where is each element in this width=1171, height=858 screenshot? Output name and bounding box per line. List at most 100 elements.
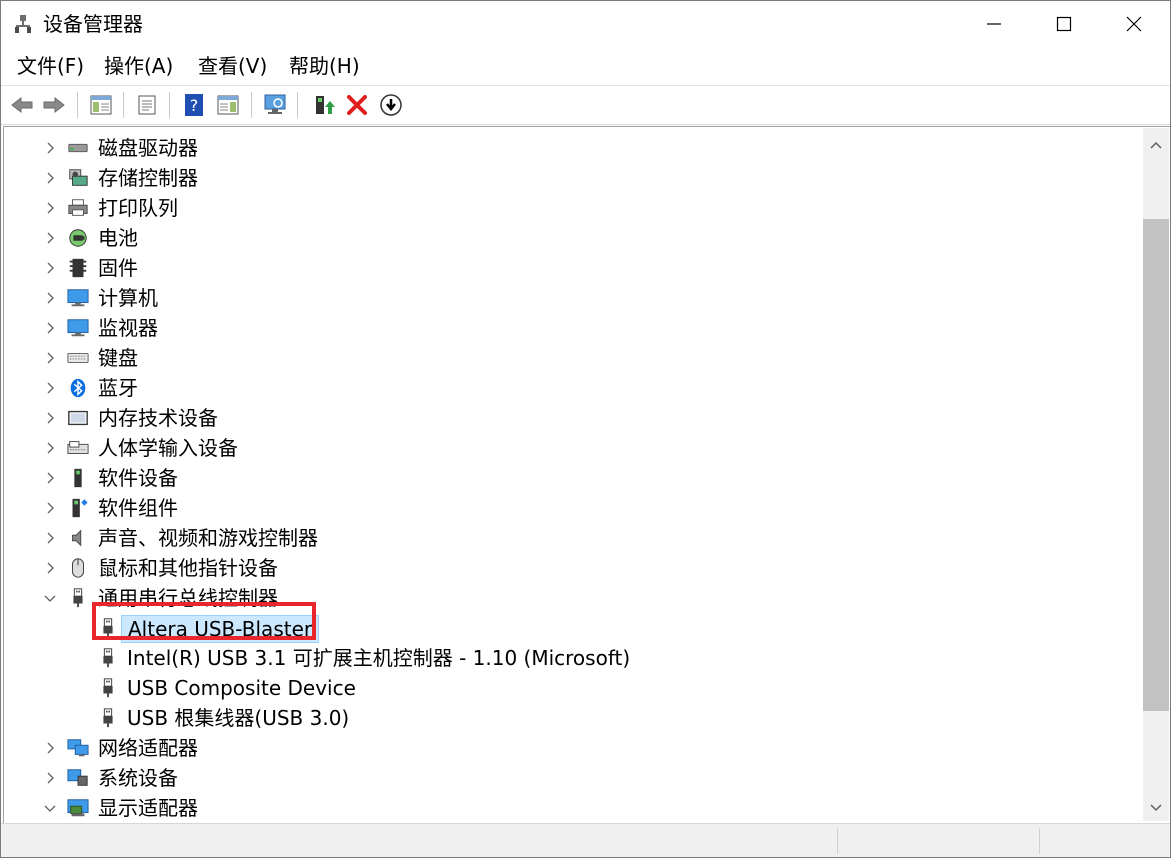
toolbar-separator bbox=[169, 92, 170, 118]
forward-icon bbox=[43, 96, 65, 114]
chevron-right-icon[interactable] bbox=[44, 772, 56, 784]
chevron-right-icon[interactable] bbox=[44, 472, 56, 484]
status-segment bbox=[837, 828, 1038, 854]
chevron-down-icon[interactable] bbox=[44, 592, 56, 604]
scroll-up-button[interactable] bbox=[1143, 132, 1169, 158]
scrollbar-thumb[interactable] bbox=[1143, 219, 1169, 711]
category-item[interactable]: 显示适配器 bbox=[4, 793, 1143, 821]
chevron-right-icon[interactable] bbox=[44, 142, 56, 154]
device-item[interactable]: USB Composite Device bbox=[4, 673, 1143, 703]
device-item[interactable]: Intel(R) USB 3.1 可扩展主机控制器 - 1.10 (Micros… bbox=[4, 643, 1143, 673]
memory-device-icon bbox=[68, 410, 88, 426]
show-hide-console-tree-icon bbox=[90, 95, 112, 115]
toolbar-separator bbox=[123, 92, 124, 118]
hid-icon bbox=[67, 441, 89, 454]
chevron-right-icon[interactable] bbox=[44, 352, 56, 364]
keyboard-icon bbox=[67, 352, 89, 364]
display-adapter-icon bbox=[67, 799, 89, 817]
back-button[interactable] bbox=[9, 92, 35, 118]
minimize-button[interactable] bbox=[959, 1, 1029, 47]
chevron-right-icon[interactable] bbox=[44, 562, 56, 574]
chevron-right-icon[interactable] bbox=[44, 442, 56, 454]
device-label: Intel(R) USB 3.1 可扩展主机控制器 - 1.10 (Micros… bbox=[127, 646, 631, 670]
device-tree[interactable]: 磁盘驱动器存储控制器 打印队列 电池固件计算机 监视器 键盘蓝牙内存技术设备人体学输入设… bbox=[4, 128, 1143, 821]
chevron-right-icon[interactable] bbox=[44, 742, 56, 754]
category-label: 网络适配器 bbox=[98, 736, 198, 760]
menu-help[interactable]: 帮助(H) bbox=[287, 53, 362, 79]
usb-icon bbox=[103, 648, 113, 668]
printer-icon bbox=[68, 199, 88, 216]
status-segment bbox=[1039, 828, 1168, 854]
scan-hardware-button[interactable] bbox=[262, 92, 288, 118]
title-bar[interactable]: 设备管理器 bbox=[1, 1, 1170, 47]
chevron-right-icon[interactable] bbox=[44, 202, 56, 214]
category-label: 固件 bbox=[98, 256, 138, 280]
category-item[interactable]: 人体学输入设备 bbox=[4, 433, 1143, 463]
chevron-right-icon[interactable] bbox=[44, 292, 56, 304]
category-item[interactable]: 软件设备 bbox=[4, 463, 1143, 493]
maximize-icon bbox=[1056, 16, 1072, 32]
category-item[interactable]: 电池 bbox=[4, 223, 1143, 253]
chevron-right-icon[interactable] bbox=[44, 382, 56, 394]
menu-file[interactable]: 文件(F) bbox=[15, 53, 86, 79]
uninstall-device-button[interactable] bbox=[344, 92, 370, 118]
category-label: 软件设备 bbox=[98, 466, 178, 490]
disable-device-button[interactable] bbox=[378, 92, 404, 118]
category-item[interactable]: 打印队列 bbox=[4, 193, 1143, 223]
chevron-right-icon[interactable] bbox=[44, 232, 56, 244]
uninstall-device-icon bbox=[347, 95, 367, 115]
properties-icon bbox=[138, 95, 156, 115]
chevron-right-icon[interactable] bbox=[44, 322, 56, 334]
maximize-button[interactable] bbox=[1029, 1, 1099, 47]
disk-drive-icon bbox=[68, 143, 88, 153]
chevron-right-icon[interactable] bbox=[44, 172, 56, 184]
category-item[interactable]: 蓝牙 bbox=[4, 373, 1143, 403]
chevron-right-icon[interactable] bbox=[44, 412, 56, 424]
close-icon bbox=[1126, 16, 1142, 32]
mouse-icon bbox=[72, 558, 84, 578]
update-driver-button[interactable] bbox=[310, 92, 336, 118]
category-item[interactable]: 监视器 bbox=[4, 313, 1143, 343]
disable-device-icon bbox=[380, 94, 402, 116]
category-item[interactable]: 存储控制器 bbox=[4, 163, 1143, 193]
category-item[interactable]: 声音、视频和游戏控制器 bbox=[4, 523, 1143, 553]
help-icon: ? bbox=[185, 94, 203, 116]
category-item[interactable]: 软件组件 bbox=[4, 493, 1143, 523]
system-device-icon bbox=[67, 769, 88, 786]
chevron-up-icon bbox=[1150, 141, 1162, 149]
category-item[interactable]: 内存技术设备 bbox=[4, 403, 1143, 433]
battery-icon bbox=[69, 229, 87, 247]
category-item[interactable]: 网络适配器 bbox=[4, 733, 1143, 763]
category-item[interactable]: 磁盘驱动器 bbox=[4, 133, 1143, 163]
category-label: 系统设备 bbox=[98, 766, 178, 790]
category-label: 蓝牙 bbox=[98, 376, 138, 400]
help-button[interactable]: ? bbox=[181, 92, 207, 118]
category-item[interactable]: 键盘 bbox=[4, 343, 1143, 373]
category-item[interactable]: 鼠标和其他指针设备 bbox=[4, 553, 1143, 583]
device-item[interactable]: USB 根集线器(USB 3.0) bbox=[4, 703, 1143, 733]
minimize-icon bbox=[987, 23, 1001, 25]
device-manager-window: 设备管理器 文件(F) 操作(A) 查看(V) 帮助(H) ? 磁盘驱动器 存储… bbox=[0, 0, 1171, 858]
category-item[interactable]: 计算机 bbox=[4, 283, 1143, 313]
sound-icon bbox=[72, 529, 82, 547]
menu-action[interactable]: 操作(A) bbox=[102, 53, 175, 79]
firmware-icon bbox=[69, 258, 87, 278]
forward-button[interactable] bbox=[41, 92, 67, 118]
chevron-right-icon[interactable] bbox=[44, 262, 56, 274]
chevron-down-icon[interactable] bbox=[44, 802, 56, 814]
close-button[interactable] bbox=[1099, 1, 1169, 47]
category-item[interactable]: 系统设备 bbox=[4, 763, 1143, 793]
category-label: 内存技术设备 bbox=[98, 406, 218, 430]
category-item[interactable]: 固件 bbox=[4, 253, 1143, 283]
chevron-right-icon[interactable] bbox=[44, 532, 56, 544]
toolbar-separator bbox=[251, 92, 252, 118]
menu-view[interactable]: 查看(V) bbox=[196, 53, 269, 79]
scroll-down-button[interactable] bbox=[1143, 795, 1169, 821]
chevron-right-icon[interactable] bbox=[44, 502, 56, 514]
show-hide-tree-button[interactable] bbox=[88, 92, 114, 118]
view-button[interactable] bbox=[215, 92, 241, 118]
category-label: 软件组件 bbox=[98, 496, 178, 520]
storage-controller-icon bbox=[69, 169, 88, 186]
category-label: 磁盘驱动器 bbox=[98, 136, 198, 160]
properties-button[interactable] bbox=[134, 92, 160, 118]
